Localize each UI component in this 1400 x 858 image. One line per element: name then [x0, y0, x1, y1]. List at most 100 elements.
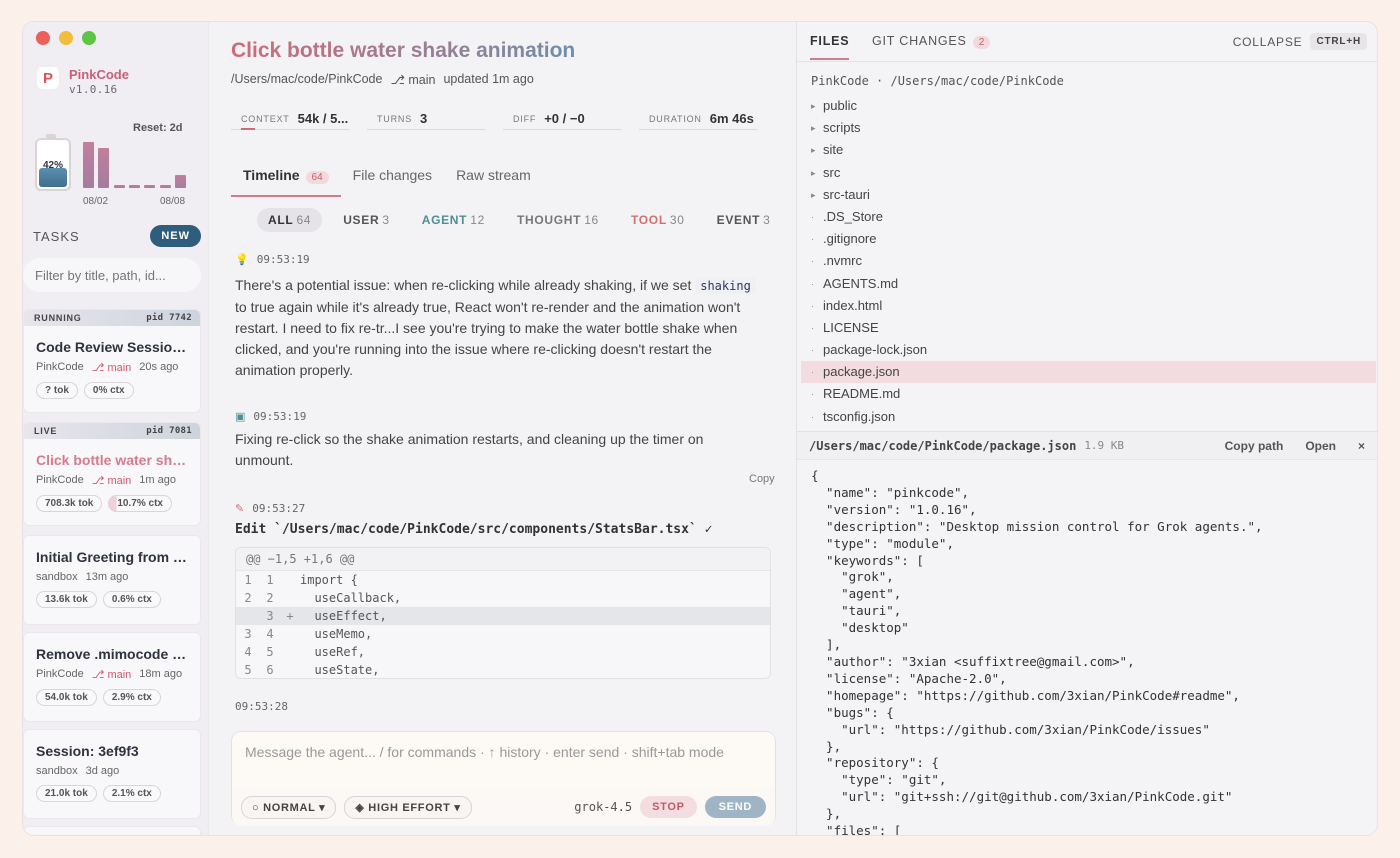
session-subtitle: /Users/mac/code/PinkCode ⎇ main updated …	[231, 72, 534, 87]
task-card[interactable]: Initial Greeting from U... sandbox 13m a…	[23, 535, 201, 625]
code-line: "author": "3xian <suffixtree@gmail.com>"…	[811, 653, 1135, 669]
file-bullet-icon: ·	[811, 234, 814, 245]
chevron-down-icon: ▾	[315, 801, 326, 814]
tab-files[interactable]: FILES	[810, 34, 850, 60]
stop-button[interactable]: STOP	[640, 796, 697, 818]
close-window-button[interactable]	[36, 31, 50, 45]
task-pid: pid 7081	[146, 426, 192, 436]
shortcut-hint: CTRL+H	[1310, 33, 1367, 50]
copy-message-button[interactable]: Copy	[749, 473, 775, 485]
task-token-chip: ? tok	[36, 382, 78, 399]
wrench-icon: ✎	[235, 503, 245, 515]
file-tree-item[interactable]: · LICENSE	[801, 317, 1376, 339]
filter-thought[interactable]: THOUGHT 16	[506, 208, 610, 232]
app-version: v1.0.16	[69, 83, 118, 96]
file-tree-item[interactable]: · tsconfig.json	[801, 406, 1376, 428]
task-card[interactable]	[23, 826, 201, 835]
task-ctx-chip: 0% ctx	[83, 382, 134, 399]
mode-selector[interactable]: ○ NORMAL ▾	[241, 795, 337, 819]
diff-line: 56 useState,	[244, 663, 380, 677]
file-tree-item[interactable]: ▸ site	[801, 139, 1376, 161]
tab-timeline[interactable]: Timeline 64	[231, 164, 341, 197]
new-task-button[interactable]: NEW	[150, 225, 201, 247]
code-line: },	[811, 738, 842, 754]
usage-bar	[83, 141, 94, 188]
file-tree-item[interactable]: ▸ scripts	[801, 117, 1376, 139]
code-line: "url": "git+ssh://git@github.com/3xian/P…	[811, 789, 1233, 805]
task-token-chip: 13.6k tok	[36, 591, 97, 608]
task-branch: ⎇ main	[91, 475, 132, 487]
task-pid: pid 7742	[146, 313, 192, 323]
task-card[interactable]: Remove .mimocode a... PinkCode ⎇ main 18…	[23, 632, 201, 722]
diff-line: 34 useMemo,	[244, 627, 373, 641]
code-line: "name": "pinkcode",	[811, 484, 970, 500]
message-composer: ○ NORMAL ▾ ◈ HIGH EFFORT ▾ grok-4.5 STOP…	[231, 731, 776, 826]
open-file-button[interactable]: Open	[1305, 439, 1336, 453]
filter-event[interactable]: EVENT 3	[706, 208, 782, 232]
filter-user[interactable]: USER 3	[332, 208, 401, 232]
thought-message: There's a potential issue: when re-click…	[235, 275, 765, 381]
usage-bar	[174, 175, 186, 188]
task-ctx-chip: 2.1% ctx	[102, 785, 161, 802]
message-input[interactable]	[232, 732, 775, 788]
filter-agent[interactable]: AGENT 12	[411, 208, 496, 232]
task-time: 13m ago	[85, 571, 129, 583]
session-updated: updated 1m ago	[443, 72, 534, 86]
effort-selector[interactable]: ◈ HIGH EFFORT ▾	[344, 795, 472, 819]
collapse-panel-button[interactable]: COLLAPSE CTRL+H	[1233, 33, 1367, 50]
file-tree-item[interactable]: · .gitignore	[801, 228, 1376, 250]
code-line: "tauri",	[811, 603, 902, 619]
tab-git-changes[interactable]: GIT CHANGES 2	[872, 34, 991, 59]
git-branch-icon: ⎇	[390, 73, 409, 87]
file-tree-item[interactable]: ▸ src	[801, 162, 1376, 184]
file-bullet-icon: ·	[811, 345, 814, 356]
file-tree-item[interactable]: · AGENTS.md	[801, 273, 1376, 295]
sidebar: P PinkCode v1.0.16 Reset: 2d 42% 08/02 0…	[23, 22, 209, 835]
file-tree-item[interactable]: ▸ src-tauri	[801, 184, 1376, 206]
minimize-window-button[interactable]	[59, 31, 73, 45]
filter-tool[interactable]: TOOL 30	[620, 208, 696, 232]
maximize-window-button[interactable]	[82, 31, 96, 45]
stat-context: CONTEXT 54k / 5...	[231, 108, 349, 130]
file-tree-item[interactable]: · .DS_Store	[801, 206, 1376, 228]
file-bullet-icon: ·	[811, 300, 814, 311]
filter-all[interactable]: ALL 64	[257, 208, 323, 232]
task-status: LIVE	[34, 426, 58, 436]
usage-reset-label: Reset: 2d	[133, 122, 183, 134]
file-tree-item[interactable]: · index.html	[801, 295, 1376, 317]
code-line: },	[811, 806, 842, 822]
model-name[interactable]: grok-4.5	[574, 800, 632, 814]
lightbulb-icon: 💡	[235, 254, 249, 266]
tab-file-changes[interactable]: File changes	[341, 164, 444, 197]
file-tree-item[interactable]: · .nvmrc	[801, 250, 1376, 272]
task-time: 3d ago	[85, 765, 120, 777]
tab-raw-stream[interactable]: Raw stream	[444, 164, 543, 197]
code-line: "bugs": {	[811, 704, 894, 720]
task-filter-input[interactable]	[23, 258, 201, 292]
file-bullet-icon: ·	[811, 411, 814, 422]
file-tree-item[interactable]: ▸ public	[801, 95, 1376, 117]
task-time: 20s ago	[139, 361, 179, 373]
task-token-chip: 21.0k tok	[36, 785, 97, 802]
code-line: "license": "Apache-2.0",	[811, 670, 1007, 686]
task-ctx-chip: 0.6% ctx	[102, 591, 161, 608]
file-tree-item[interactable]: · package-lock.json	[801, 339, 1376, 361]
task-card-active[interactable]: LIVE pid 7081 Click bottle water sha... …	[23, 422, 201, 526]
task-card[interactable]: RUNNING pid 7742 Code Review Session ...…	[23, 309, 201, 413]
agent-message: Fixing re-click so the shake animation r…	[235, 431, 704, 468]
send-button[interactable]: SEND	[704, 796, 766, 818]
file-path: /Users/mac/code/PinkCode/package.json	[809, 438, 1077, 453]
copy-path-button[interactable]: Copy path	[1225, 439, 1284, 453]
file-tree-item[interactable]: · README.md	[801, 383, 1376, 405]
view-tabs: Timeline 64 File changes Raw stream	[231, 164, 543, 197]
folder-bullet-icon: ▸	[811, 145, 816, 156]
file-tree-item[interactable]: · package.json	[801, 361, 1376, 384]
usage-bar	[144, 185, 156, 188]
task-time: 1m ago	[139, 474, 176, 486]
stat-duration: DURATION 6m 46s	[639, 108, 757, 130]
task-card[interactable]: Session: 3ef9f3 sandbox 3d ago 21.0k tok…	[23, 729, 201, 819]
usage-bar	[98, 147, 110, 188]
close-preview-icon[interactable]: ×	[1358, 439, 1365, 453]
git-branch-icon: ⎇	[91, 669, 108, 681]
diff-line: 1 1 import {	[244, 573, 358, 587]
